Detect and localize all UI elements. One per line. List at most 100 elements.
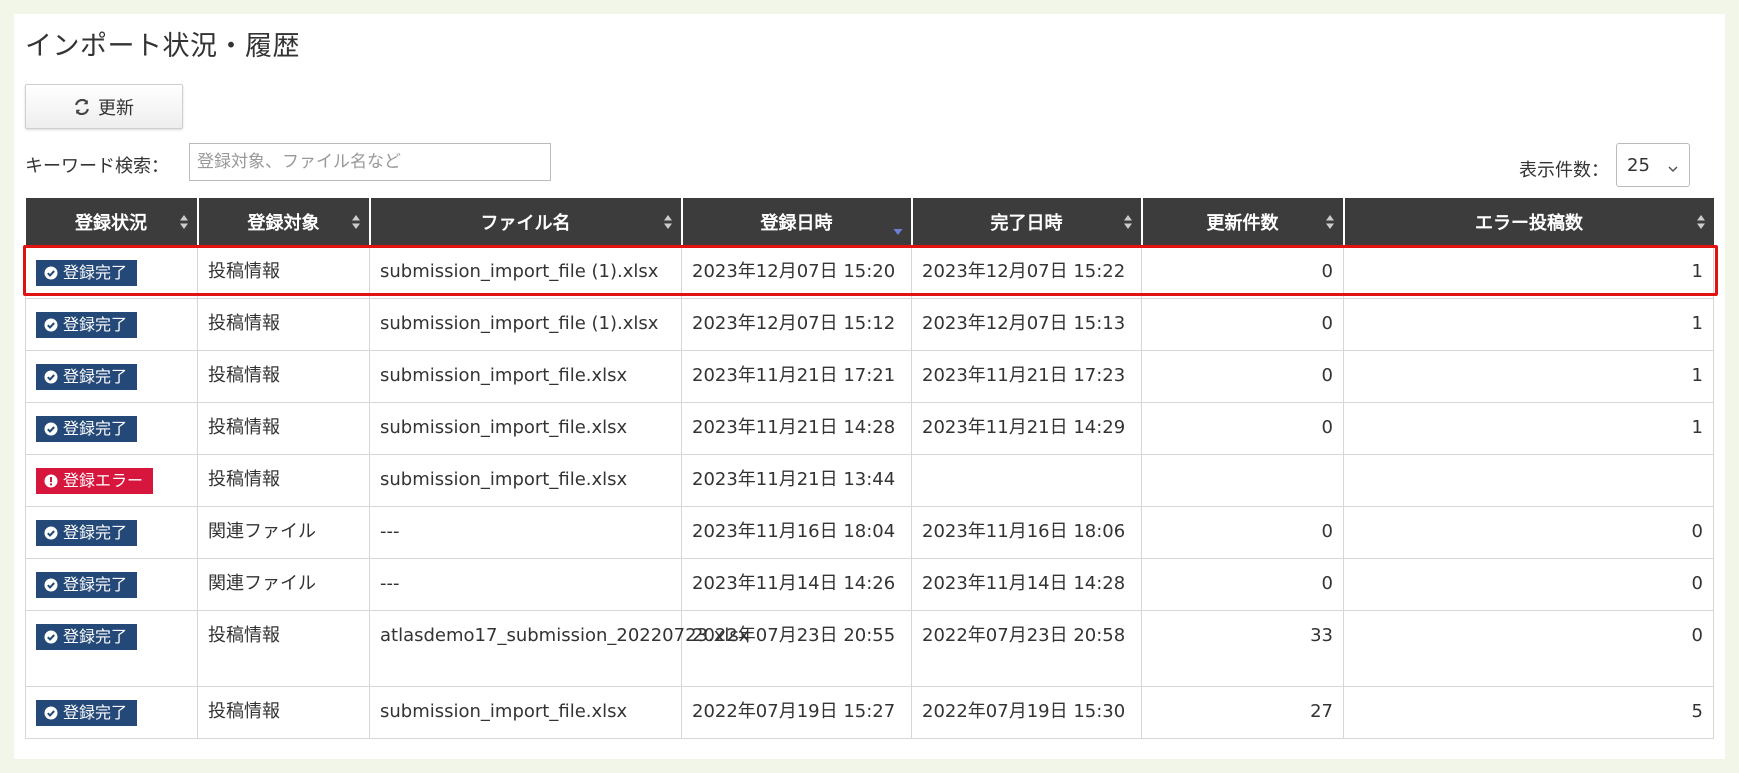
completed-at-cell: 2023年12月07日 15:22 xyxy=(911,246,1142,299)
check-circle-icon xyxy=(44,318,58,332)
table-row: 登録完了 投稿情報 submission_import_file.xlsx 20… xyxy=(25,402,1714,455)
table-header-row: 登録状況 登録対象 ファイル名 登録日時 完了日時 更新件数 エラー投稿数 xyxy=(25,198,1714,247)
exclamation-circle-icon xyxy=(44,474,58,488)
check-circle-icon xyxy=(44,630,58,644)
status-cell: 登録完了 xyxy=(25,686,198,739)
filename-cell: submission_import_file (1).xlsx xyxy=(369,246,682,299)
sort-icon xyxy=(351,214,361,235)
refresh-icon xyxy=(74,98,90,115)
status-badge: 登録完了 xyxy=(36,312,138,338)
error-count-cell: 0 xyxy=(1343,558,1714,611)
registered-at-cell: 2023年12月07日 15:12 xyxy=(681,298,912,351)
filename-cell: --- xyxy=(369,558,682,611)
sort-icon xyxy=(663,214,673,235)
target-cell: 投稿情報 xyxy=(197,298,370,351)
status-badge-label: 登録完了 xyxy=(63,523,128,542)
filename-link[interactable]: submission_import_file.xlsx xyxy=(380,701,627,722)
updated-count-cell: 0 xyxy=(1141,350,1344,403)
target-cell: 投稿情報 xyxy=(197,610,370,687)
table-row: 登録完了 投稿情報 submission_import_file (1).xls… xyxy=(25,298,1714,351)
completed-at-cell: 2022年07月23日 20:58 xyxy=(911,610,1142,687)
column-header-error-count[interactable]: エラー投稿数 xyxy=(1343,198,1714,247)
status-cell: 登録完了 xyxy=(25,402,198,455)
table-row: 登録完了 関連ファイル --- 2023年11月14日 14:26 2023年1… xyxy=(25,558,1714,611)
filename-link[interactable]: submission_import_file.xlsx xyxy=(380,365,627,386)
import-history-table: 登録状況 登録対象 ファイル名 登録日時 完了日時 更新件数 エラー投稿数 登録… xyxy=(25,198,1714,739)
error-count-link[interactable]: 1 xyxy=(1692,365,1703,386)
status-cell: 登録完了 xyxy=(25,610,198,687)
filename-text: --- xyxy=(380,573,400,594)
target-cell: 投稿情報 xyxy=(197,402,370,455)
target-cell: 投稿情報 xyxy=(197,454,370,507)
status-badge: 登録完了 xyxy=(36,364,138,390)
target-cell: 関連ファイル xyxy=(197,558,370,611)
column-header-target[interactable]: 登録対象 xyxy=(197,198,371,247)
status-badge-label: 登録完了 xyxy=(63,315,128,334)
status-badge: 登録完了 xyxy=(36,520,138,546)
filename-cell: submission_import_file.xlsx xyxy=(369,686,682,739)
status-badge: 登録完了 xyxy=(36,700,138,726)
status-cell: 登録完了 xyxy=(25,558,198,611)
updated-count-cell: 33 xyxy=(1141,610,1344,687)
import-status-panel: インポート状況・履歴 更新 キーワード検索： 表示件数： 25 登録状況 xyxy=(14,14,1725,759)
page-size-select[interactable]: 25 xyxy=(1616,143,1690,187)
status-badge: 登録エラー xyxy=(36,468,154,494)
error-count-cell: 1 xyxy=(1343,246,1714,299)
updated-count-cell: 0 xyxy=(1141,402,1344,455)
error-count-link[interactable]: 1 xyxy=(1692,417,1703,438)
sort-icon xyxy=(179,214,189,235)
sort-icon xyxy=(1696,214,1706,235)
registered-at-cell: 2022年07月23日 20:55 xyxy=(681,610,912,687)
error-count: 0 xyxy=(1691,573,1703,594)
status-badge-label: 登録エラー xyxy=(63,471,144,490)
completed-at-cell: 2023年11月21日 14:29 xyxy=(911,402,1142,455)
filename-link[interactable]: submission_import_file (1).xlsx xyxy=(380,313,658,334)
completed-at-cell xyxy=(911,454,1142,507)
filename-cell: --- xyxy=(369,506,682,559)
column-header-status[interactable]: 登録状況 xyxy=(25,198,199,247)
chevron-down-icon xyxy=(1667,159,1679,180)
refresh-button-label: 更新 xyxy=(98,97,134,119)
filename-cell: atlasdemo17_submission_20220723.xlsx xyxy=(369,610,749,687)
updated-count-cell: 0 xyxy=(1141,246,1344,299)
error-count-link[interactable]: 1 xyxy=(1692,313,1703,334)
column-header-filename[interactable]: ファイル名 xyxy=(369,198,683,247)
target-cell: 投稿情報 xyxy=(197,246,370,299)
registered-at-cell: 2023年12月07日 15:20 xyxy=(681,246,912,299)
error-count-cell: 1 xyxy=(1343,298,1714,351)
column-header-registered[interactable]: 登録日時 xyxy=(681,198,913,247)
filename-cell: submission_import_file.xlsx xyxy=(369,402,682,455)
completed-at-cell: 2022年07月19日 15:30 xyxy=(911,686,1142,739)
completed-at-cell: 2023年12月07日 15:13 xyxy=(911,298,1142,351)
check-circle-icon xyxy=(44,422,58,436)
page-size-label: 表示件数： xyxy=(1519,160,1609,181)
status-badge-label: 登録完了 xyxy=(63,419,128,438)
filename-cell: submission_import_file (1).xlsx xyxy=(369,298,682,351)
table-row: 登録完了 投稿情報 submission_import_file.xlsx 20… xyxy=(25,686,1714,739)
registered-at-cell: 2022年07月19日 15:27 xyxy=(681,686,912,739)
error-count-link[interactable]: 1 xyxy=(1692,261,1703,282)
check-circle-icon xyxy=(44,706,58,720)
column-header-updated-count[interactable]: 更新件数 xyxy=(1141,198,1345,247)
column-header-completed[interactable]: 完了日時 xyxy=(911,198,1143,247)
filename-link[interactable]: submission_import_file.xlsx xyxy=(380,417,627,438)
error-count-cell xyxy=(1343,454,1714,507)
error-count-cell: 0 xyxy=(1343,610,1714,687)
error-count-cell: 5 xyxy=(1343,686,1714,739)
error-count: 0 xyxy=(1691,521,1703,542)
table-row: 登録完了 投稿情報 atlasdemo17_submission_2022072… xyxy=(25,610,1714,687)
status-badge-label: 登録完了 xyxy=(63,703,128,722)
keyword-search-input[interactable] xyxy=(189,143,551,181)
updated-count-cell xyxy=(1141,454,1344,507)
filename-link[interactable]: submission_import_file.xlsx xyxy=(380,469,627,490)
status-badge-label: 登録完了 xyxy=(63,575,128,594)
status-badge: 登録完了 xyxy=(36,572,138,598)
refresh-button[interactable]: 更新 xyxy=(25,84,183,129)
filename-text: --- xyxy=(380,521,400,542)
registered-at-cell: 2023年11月14日 14:26 xyxy=(681,558,912,611)
filename-link[interactable]: submission_import_file (1).xlsx xyxy=(380,261,658,282)
filename-cell: submission_import_file.xlsx xyxy=(369,350,682,403)
status-badge-label: 登録完了 xyxy=(63,627,128,646)
error-count-link[interactable]: 5 xyxy=(1692,701,1703,722)
completed-at-cell: 2023年11月16日 18:06 xyxy=(911,506,1142,559)
